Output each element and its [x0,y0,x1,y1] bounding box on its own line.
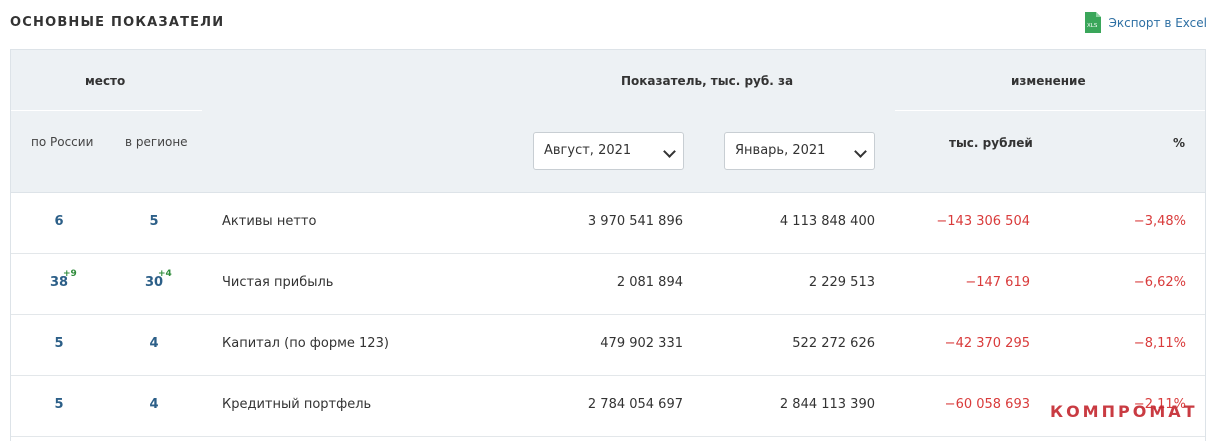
period1-value: Август, 2021 [544,143,632,158]
value-period1: 2 081 894 [616,275,683,290]
chevron-down-icon [663,145,676,158]
indicator-name: Активы нетто [222,214,317,229]
rank-region: 4 [149,336,159,351]
change-absolute: −60 058 693 [944,397,1030,412]
watermark: КОМПРОМАТ [1050,402,1198,421]
change-absolute: −42 370 295 [944,336,1030,351]
value-period1: 479 902 331 [600,336,683,351]
rank-region: 30 +4 [144,269,172,290]
value-period1: 3 970 541 896 [587,214,683,229]
table-row: 5 4 Кредитный портфель 2 784 054 697 2 8… [11,375,1205,437]
change-absolute: −147 619 [965,275,1030,290]
rank-region: 5 [149,214,159,229]
rank-russia: 5 [54,336,64,351]
indicator-name: Кредитный портфель [222,397,372,412]
rank-delta-badge: +9 [63,269,77,279]
chevron-down-icon [854,145,867,158]
change-percent: −8,11% [1133,336,1186,351]
table-header: место Показатель, тыс. руб. за изменение… [11,50,1205,193]
rank-russia: 38 +9 [49,269,77,290]
header-divider [11,110,202,111]
table-row: 38 +9 30 +4 Чистая прибыль 2 081 894 2 229… [11,253,1205,315]
page-title: ОСНОВНЫЕ ПОКАЗАТЕЛИ [10,15,225,30]
indicators-table: место Показатель, тыс. руб. за изменение… [10,49,1206,441]
indicator-name: Капитал (по форме 123) [222,336,389,351]
header-in-region: в регионе [125,135,188,149]
rank-region: 4 [149,397,159,412]
rank-russia: 6 [54,214,64,229]
export-excel-link[interactable]: XLS Экспорт в Excel [1085,12,1207,33]
change-absolute: −143 306 504 [936,214,1030,229]
period1-select[interactable]: Август, 2021 [533,132,684,170]
period2-select[interactable]: Январь, 2021 [724,132,875,170]
rank-russia: 5 [54,397,64,412]
header-percent: % [1173,136,1186,150]
header-indicator: Показатель, тыс. руб. за [621,74,794,88]
table-row: 5 4 Капитал (по форме 123) 479 902 331 5… [11,314,1205,376]
value-period2: 522 272 626 [792,336,875,351]
header-divider [895,110,1205,111]
period2-value: Январь, 2021 [735,143,826,158]
rank-delta-badge: +4 [158,269,172,279]
header-change: изменение [1011,74,1086,88]
export-label: Экспорт в Excel [1108,15,1207,30]
indicator-name: Чистая прибыль [222,275,334,290]
value-period2: 4 113 848 400 [779,214,875,229]
value-period2: 2 229 513 [808,275,875,290]
excel-icon-text: XLS [1087,23,1098,29]
value-period2: 2 844 113 390 [779,397,875,412]
change-percent: −6,62% [1133,275,1186,290]
excel-file-icon: XLS [1085,12,1102,33]
header-thousand-rub: тыс. рублей [949,136,1033,150]
change-percent: −3,48% [1133,214,1186,229]
table-row: 6 5 Активы нетто 3 970 541 896 4 113 848… [11,192,1205,254]
value-period1: 2 784 054 697 [587,397,683,412]
header-by-russia: по России [31,135,94,149]
header-place: место [85,74,126,88]
